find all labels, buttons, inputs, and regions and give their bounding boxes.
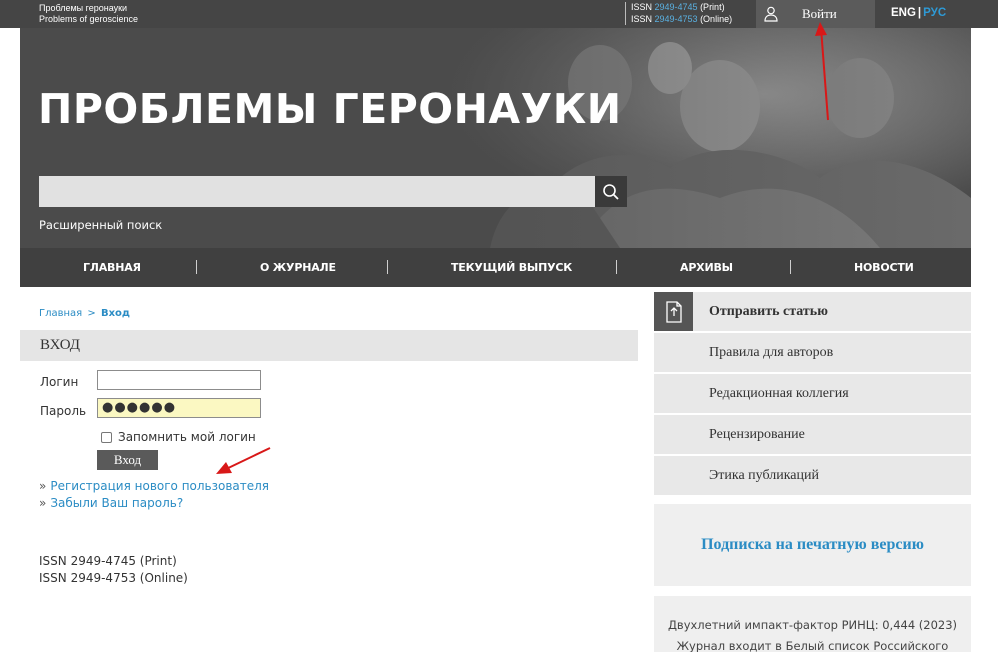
arrow-to-register-icon bbox=[216, 447, 271, 474]
username-input[interactable] bbox=[97, 370, 261, 390]
sidebar-item-submit-article[interactable]: Отправить статью bbox=[654, 292, 971, 331]
issn-header: ISSN 2949-4745 (Print) ISSN 2949-4753 (O… bbox=[625, 2, 732, 25]
username-label: Логин bbox=[40, 375, 79, 389]
issn-prefix: ISSN bbox=[631, 13, 655, 24]
sidebar-item-label: Рецензирование bbox=[709, 427, 805, 442]
sidebar-item-editorial-board[interactable]: Редакционная коллегия bbox=[654, 374, 971, 413]
nav-divider bbox=[616, 260, 617, 274]
login-button[interactable]: Войти bbox=[756, 0, 875, 28]
sidebar-item-label: Правила для авторов bbox=[709, 345, 834, 360]
white-list-text: Журнал входит в Белый список Российского bbox=[676, 639, 949, 652]
subscribe-print-link[interactable]: Подписка на печатную версию bbox=[701, 536, 924, 554]
password-input[interactable]: ●●●●●● bbox=[97, 398, 261, 418]
login-submit-button[interactable]: Вход bbox=[97, 450, 158, 470]
journal-name-ru: Проблемы геронауки bbox=[39, 3, 128, 13]
nav-item-home[interactable]: ГЛАВНАЯ bbox=[83, 261, 141, 274]
nav-item-about[interactable]: О ЖУРНАЛЕ bbox=[260, 261, 336, 274]
search-icon bbox=[603, 183, 619, 200]
subscribe-box: Подписка на печатную версию bbox=[654, 504, 971, 586]
nav-divider bbox=[196, 260, 197, 274]
password-label: Пароль bbox=[40, 404, 87, 418]
issn-footer: ISSN 2949-4745 (Print) ISSN 2949-4753 (O… bbox=[39, 553, 188, 587]
issn-online-row: ISSN 2949-4753 (Online) bbox=[631, 14, 732, 26]
lang-rus-link[interactable]: РУС bbox=[923, 7, 946, 19]
remember-checkbox[interactable] bbox=[101, 431, 112, 443]
impact-factor-box: Двухлетний импакт-фактор РИНЦ: 0,444 (20… bbox=[654, 596, 971, 652]
sidebar-item-author-rules[interactable]: Правила для авторов bbox=[654, 333, 971, 372]
lang-separator: | bbox=[917, 7, 922, 19]
issn-print-row: ISSN 2949-4745 (Print) bbox=[631, 2, 732, 14]
breadcrumb: Главная > Вход bbox=[39, 308, 130, 319]
link-bullet: » bbox=[39, 479, 47, 493]
register-link[interactable]: Регистрация нового пользователя bbox=[50, 479, 269, 493]
nav-divider bbox=[790, 260, 791, 274]
sidebar-item-label: Этика публикаций bbox=[709, 468, 819, 483]
login-label: Войти bbox=[802, 6, 837, 21]
lang-eng-link[interactable]: ENG bbox=[891, 7, 916, 19]
remember-label: Запомнить мой логин bbox=[118, 430, 256, 444]
forgot-password-link[interactable]: Забыли Ваш пароль? bbox=[50, 496, 183, 510]
language-switch: ENG | РУС bbox=[891, 7, 946, 19]
impact-factor-text: Двухлетний импакт-фактор РИНЦ: 0,444 (20… bbox=[667, 618, 958, 632]
sidebar-item-publication-ethics[interactable]: Этика публикаций bbox=[654, 456, 971, 495]
search-input[interactable] bbox=[39, 176, 595, 207]
submit-document-icon bbox=[654, 292, 693, 331]
nav-item-archives[interactable]: АРХИВЫ bbox=[680, 261, 733, 274]
journal-small-name: Проблемы геронауки Problems of geroscien… bbox=[39, 3, 138, 25]
breadcrumb-home-link[interactable]: Главная bbox=[39, 308, 82, 319]
sidebar-item-label: Отправить статью bbox=[709, 304, 828, 319]
nav-item-news[interactable]: НОВОСТИ bbox=[854, 261, 914, 274]
top-bar: Проблемы геронауки Problems of geroscien… bbox=[0, 0, 998, 28]
issn-online-link[interactable]: 2949-4753 bbox=[655, 14, 698, 24]
banner: ПРОБЛЕМЫ ГЕРОНАУКИ Расширенный поиск bbox=[20, 28, 971, 248]
main-nav: ГЛАВНАЯ О ЖУРНАЛЕ ТЕКУЩИЙ ВЫПУСК АРХИВЫ … bbox=[20, 248, 971, 287]
remember-login: Запомнить мой логин bbox=[101, 430, 256, 444]
journal-name-en: Problems of geroscience bbox=[39, 14, 139, 24]
user-icon bbox=[764, 6, 778, 22]
issn-suffix: (Online) bbox=[697, 13, 733, 24]
banner-photo bbox=[20, 28, 971, 248]
page-title: ВХОД bbox=[20, 330, 638, 361]
site-title: ПРОБЛЕМЫ ГЕРОНАУКИ bbox=[38, 85, 622, 133]
nav-item-current-issue[interactable]: ТЕКУЩИЙ ВЫПУСК bbox=[451, 261, 572, 274]
breadcrumb-separator: > bbox=[87, 308, 96, 319]
issn-prefix: ISSN bbox=[631, 2, 655, 12]
issn-print: ISSN 2949-4745 (Print) bbox=[39, 554, 177, 568]
breadcrumb-current: Вход bbox=[100, 308, 130, 319]
sidebar-item-label: Редакционная коллегия bbox=[709, 386, 849, 401]
issn-suffix: (Print) bbox=[697, 2, 725, 12]
nav-divider bbox=[387, 260, 388, 274]
issn-online: ISSN 2949-4753 (Online) bbox=[39, 571, 188, 585]
advanced-search-link[interactable]: Расширенный поиск bbox=[39, 218, 162, 232]
sidebar-item-peer-review[interactable]: Рецензирование bbox=[654, 415, 971, 454]
register-row: » Регистрация нового пользователя bbox=[39, 479, 269, 493]
link-bullet: » bbox=[39, 496, 47, 510]
forgot-row: » Забыли Ваш пароль? bbox=[39, 496, 183, 510]
search-button[interactable] bbox=[595, 176, 627, 207]
issn-print-link[interactable]: 2949-4745 bbox=[655, 2, 698, 12]
